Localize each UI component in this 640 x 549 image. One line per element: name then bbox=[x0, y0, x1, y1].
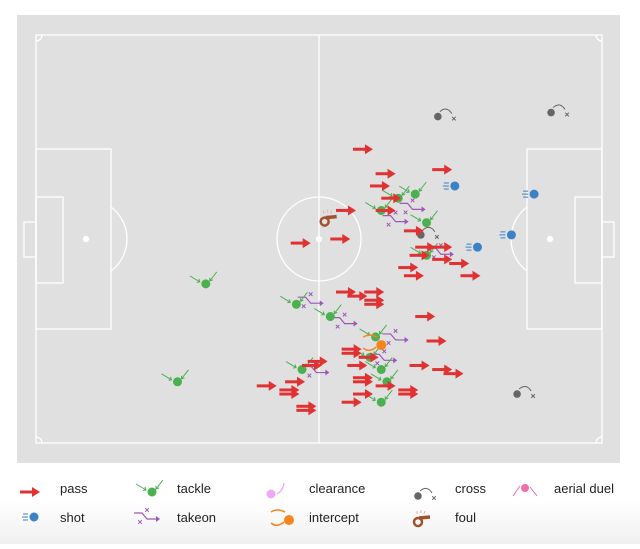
event-map: pass tackle clearance cross aerial duel shot t… bbox=[0, 0, 640, 544]
legend-item-clearance: clearance bbox=[266, 481, 365, 499]
legend-label: shot bbox=[60, 510, 85, 525]
takeon-icon bbox=[134, 507, 160, 525]
pitch bbox=[17, 15, 620, 463]
pitch-chart: pass tackle clearance cross aerial duel shot t… bbox=[17, 15, 620, 528]
left-penalty-spot bbox=[82, 235, 90, 243]
pass-icon bbox=[20, 487, 40, 497]
foul-icon bbox=[412, 510, 431, 528]
legend-label: aerial duel bbox=[554, 481, 614, 496]
legend-item-cross: cross bbox=[414, 481, 487, 501]
cross-icon bbox=[414, 487, 437, 501]
aerial-duel-icon bbox=[512, 484, 538, 497]
legend-label: tackle bbox=[177, 481, 211, 496]
clearance-icon bbox=[266, 482, 285, 499]
legend-label: clearance bbox=[309, 481, 365, 496]
legend-item-foul: foul bbox=[412, 510, 476, 528]
legend-item-pass: pass bbox=[20, 481, 88, 497]
tackle-icon bbox=[135, 479, 164, 497]
legend-label: cross bbox=[455, 481, 487, 496]
legend: pass tackle clearance cross aerial duel shot t… bbox=[20, 479, 614, 528]
legend-label: intercept bbox=[309, 510, 359, 525]
legend-label: takeon bbox=[177, 510, 216, 525]
intercept-icon bbox=[270, 509, 294, 526]
legend-item-shot: shot bbox=[22, 510, 85, 525]
legend-item-intercept: intercept bbox=[270, 509, 359, 526]
center-spot bbox=[315, 235, 323, 243]
legend-label: foul bbox=[455, 510, 476, 525]
legend-item-takeon: takeon bbox=[134, 507, 216, 525]
shot-icon bbox=[22, 512, 39, 522]
right-penalty-spot bbox=[546, 235, 554, 243]
legend-label: pass bbox=[60, 481, 88, 496]
legend-item-tackle: tackle bbox=[135, 479, 211, 497]
legend-item-aerial-duel: aerial duel bbox=[512, 481, 614, 497]
